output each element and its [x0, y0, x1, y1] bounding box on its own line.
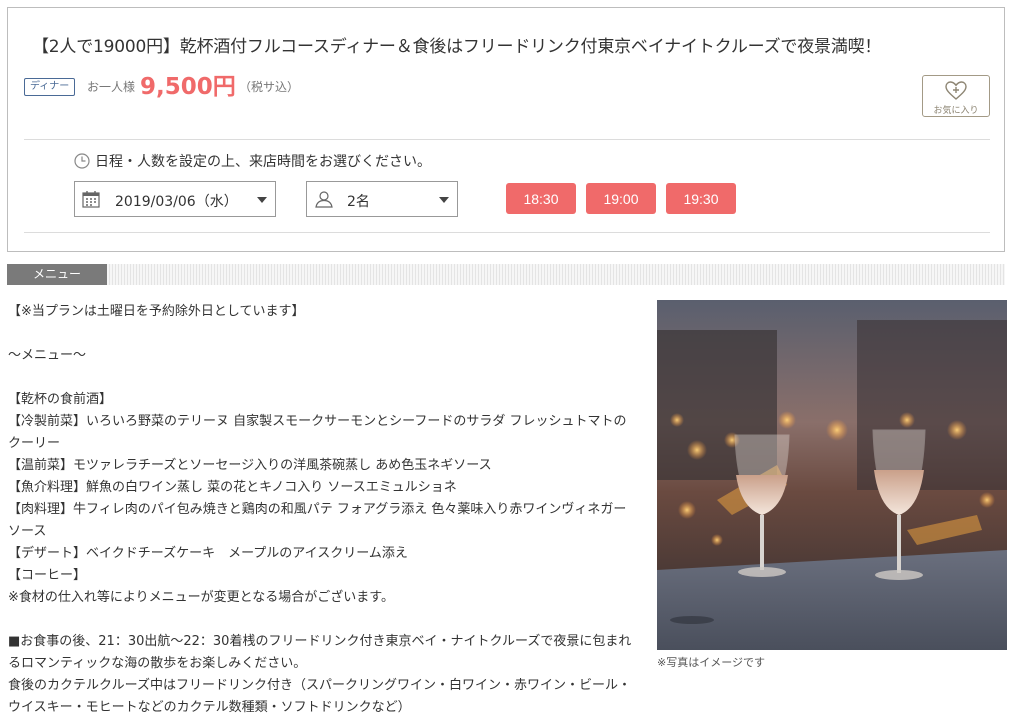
menu-line: 【温前菜】モツァレラチーズとソーセージ入りの洋風茶碗蒸し あめ色玉ネギソース: [8, 458, 492, 473]
menu-line: [8, 367, 638, 389]
instruction-text: 日程・人数を設定の上、来店時間をお選びください。: [95, 154, 431, 170]
price-value: 9,500円: [140, 74, 236, 100]
menu-line: クーリー: [8, 436, 61, 451]
time-slot-button[interactable]: 19:30: [666, 183, 736, 214]
menu-line: 【冷製前菜】いろいろ野菜のテリーヌ 自家製スモークサーモンとシーフードのサラダ …: [8, 414, 627, 429]
price-prefix: お一人様: [87, 80, 136, 94]
people-value: 2名: [347, 194, 370, 210]
chevron-down-icon: [439, 197, 449, 203]
menu-line: 【魚介料理】鮮魚の白ワイン蒸し 菜の花とキノコ入り ソースエミュルショネ: [8, 480, 457, 495]
section-tab-menu: メニュー: [7, 264, 107, 285]
menu-line: 【デザート】ベイクドチーズケーキ メープルのアイスクリーム添え: [8, 546, 408, 561]
menu-line: ■お食事の後、21：30出航～22：30着桟のフリードリンク付き東京ベイ・ナイト…: [8, 634, 632, 649]
menu-line: 【※当プランは土曜日を予約除外日としています】: [8, 304, 305, 319]
menu-line: るロマンティックな海の散歩をお楽しみください。: [8, 656, 307, 671]
time-slot-button[interactable]: 19:00: [586, 183, 656, 214]
divider: [24, 139, 990, 140]
divider: [24, 232, 990, 233]
section-header: メニュー: [7, 264, 1005, 285]
date-value: 2019/03/06（水）: [115, 194, 238, 210]
wine-glasses-image: [657, 300, 1007, 650]
chevron-down-icon: [257, 197, 267, 203]
booking-instruction: 日程・人数を設定の上、来店時間をお選びください。: [74, 151, 431, 171]
menu-line: [8, 323, 638, 345]
person-icon: [315, 191, 333, 208]
plan-title: 【2人で19000円】乾杯酒付フルコースディナー＆食後はフリードリンク付東京ベイ…: [32, 37, 882, 57]
people-select[interactable]: 2名: [306, 181, 458, 217]
menu-line: 【乾杯の食前酒】: [8, 392, 113, 407]
menu-line: 食後のカクテルクルーズ中はフリードリンク付き（スパークリングワイン・白ワイン・赤…: [8, 678, 631, 693]
menu-line: ～メニュー～: [8, 348, 87, 363]
menu-line: ※食材の仕入れ等によりメニューが変更となる場合がございます。: [8, 590, 394, 605]
date-select[interactable]: 2019/03/06（水）: [74, 181, 276, 217]
calendar-icon: [82, 191, 100, 208]
menu-line: [8, 609, 638, 631]
clock-icon: [74, 153, 90, 169]
menu-description: 【※当プランは土曜日を予約除外日としています】 ～メニュー～ 【乾杯の食前酒】 …: [8, 301, 638, 719]
tax-note: （税サ込）: [239, 80, 300, 94]
plan-card: 【2人で19000円】乾杯酒付フルコースディナー＆食後はフリードリンク付東京ベイ…: [7, 7, 1005, 252]
favorite-label: お気に入り: [933, 106, 979, 116]
photo-caption: ※写真はイメージです: [657, 656, 765, 669]
category-tag: ディナー: [24, 78, 76, 96]
favorite-button[interactable]: お気に入り: [922, 75, 990, 117]
time-slot-button[interactable]: 18:30: [506, 183, 576, 214]
menu-line: ソース: [8, 524, 47, 539]
heart-plus-icon: [945, 81, 967, 100]
plan-photo: [657, 300, 1007, 650]
menu-line: 【コーヒー】: [8, 568, 87, 583]
menu-line: 【肉料理】牛フィレ肉のパイ包み焼きと鶏肉の和風パテ フォアグラ添え 色々薬味入り…: [8, 502, 627, 517]
